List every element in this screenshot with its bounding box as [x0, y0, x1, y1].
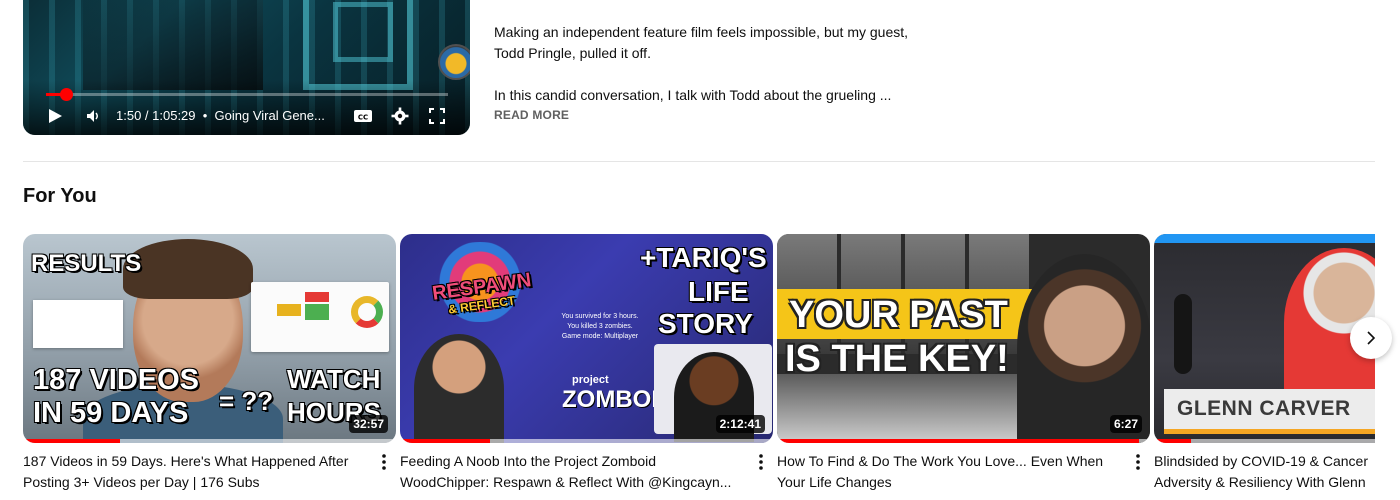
thumbnail-text: 187 VIDEOS: [33, 364, 200, 396]
play-icon: [49, 109, 62, 123]
video-card[interactable]: GLENN CARVER Blindsided by COVID-19 & Ca…: [1154, 234, 1375, 490]
thumbnail-text: project: [572, 374, 609, 386]
watch-progress-fill: [777, 439, 1139, 443]
seek-bar[interactable]: [46, 88, 448, 101]
channel-watermark[interactable]: [438, 44, 470, 80]
description-paragraph-1: Making an independent feature film feels…: [494, 24, 909, 61]
thumbnail-art: [277, 304, 301, 316]
fullscreen-button[interactable]: [429, 104, 445, 128]
video-title-line: Blindsided by COVID-19 & Cancer: [1154, 453, 1368, 469]
description-paragraph-2: In this candid conversation, I talk with…: [494, 87, 892, 103]
duration-badge: 2:12:41: [715, 415, 765, 433]
duration-badge: 32:57: [349, 415, 388, 433]
video-title[interactable]: 187 Videos in 59 Days. Here's What Happe…: [23, 451, 368, 493]
thumbnail-text: STORY: [658, 308, 753, 339]
thumbnail-text: WATCH: [287, 364, 381, 394]
thumbnail-text: RESULTS: [31, 250, 142, 277]
section-divider: [23, 161, 1375, 162]
video-title-line: Your Life Changes: [777, 474, 892, 490]
time-display: 1:50 / 1:05:29 • Going Viral Gene...: [116, 108, 325, 123]
player-controls: 1:50 / 1:05:29 • Going Viral Gene... CC: [23, 104, 470, 128]
settings-button[interactable]: [391, 104, 409, 128]
video-title-line: Posting 3+ Videos per Day | 176 Subs: [23, 474, 260, 490]
video-title-line: Feeding A Noob Into the Project Zomboid: [400, 453, 657, 469]
thumbnail-art: [777, 374, 1027, 443]
thumbnail-text: Game mode: Multiplayer: [561, 333, 639, 340]
video-thumbnail[interactable]: YOUR PAST IS THE KEY! 6:27: [777, 234, 1150, 443]
more-actions-button[interactable]: [1128, 450, 1148, 474]
thumbnail-text: LIFE: [688, 276, 749, 307]
thumbnail-art: [1164, 429, 1375, 434]
video-title[interactable]: Feeding A Noob Into the Project Zomboid …: [400, 451, 745, 493]
cc-icon: CC: [354, 110, 372, 122]
thumbnail-art: [351, 296, 383, 328]
thumbnail-art: [305, 292, 329, 302]
thumbnail-text: IN 59 DAYS: [33, 397, 189, 429]
player-frame-square-inner: [333, 2, 393, 62]
gear-icon: [391, 107, 409, 125]
duration-badge: 6:27: [1109, 415, 1142, 433]
kebab-menu-icon: [1136, 454, 1140, 470]
watch-progress-bar: [400, 439, 773, 443]
play-button[interactable]: [47, 104, 63, 128]
thumbnail-chart-panel: [251, 282, 389, 352]
thumbnail-text: GLENN CARVER: [1177, 397, 1351, 420]
video-title-line: 187 Videos in 59 Days. Here's What Happe…: [23, 453, 349, 469]
video-thumbnail[interactable]: RESULTS 187 VIDEOS IN 59 DAYS = ?? WATCH…: [23, 234, 396, 443]
thumbnail-text: +TARIQ'S: [640, 242, 767, 273]
video-card[interactable]: RESPAWN & REFLECT +TARIQ'S LIFE STORY Yo…: [400, 234, 773, 490]
more-actions-button[interactable]: [751, 450, 771, 474]
time-current-total: 1:50 / 1:05:29: [116, 108, 196, 123]
video-title-line: Adversity & Resiliency With Glenn: [1154, 474, 1366, 490]
thumbnail-text: You survived for 3 hours.: [561, 313, 639, 320]
video-thumbnail[interactable]: RESPAWN & REFLECT +TARIQ'S LIFE STORY Yo…: [400, 234, 773, 443]
video-card[interactable]: YOUR PAST IS THE KEY! 6:27 How To Find &…: [777, 234, 1150, 490]
video-thumbnail[interactable]: GLENN CARVER: [1154, 234, 1375, 443]
watch-progress-fill: [23, 439, 120, 443]
video-title[interactable]: Blindsided by COVID-19 & Cancer Adversit…: [1154, 451, 1375, 493]
volume-button[interactable]: [85, 104, 101, 128]
fullscreen-icon: [429, 108, 445, 124]
thumbnail-text: IS THE KEY!: [785, 338, 1009, 380]
video-title[interactable]: How To Find & Do The Work You Love... Ev…: [777, 451, 1122, 493]
video-card[interactable]: RESULTS 187 VIDEOS IN 59 DAYS = ?? WATCH…: [23, 234, 396, 490]
watch-progress-bar: [777, 439, 1150, 443]
captions-button[interactable]: CC: [353, 104, 373, 128]
player-frame-shadow: [83, 0, 263, 90]
video-title-line: WoodChipper: Respawn & Reflect With @Kin…: [400, 474, 732, 490]
kebab-menu-icon: [759, 454, 763, 470]
thumbnail-art: [33, 300, 123, 348]
seek-bar-scrubber[interactable]: [60, 88, 74, 101]
thumbnail-text: = ??: [219, 386, 274, 416]
thumbnail-art: [1174, 294, 1192, 374]
video-shelf: RESULTS 187 VIDEOS IN 59 DAYS = ?? WATCH…: [23, 234, 1375, 500]
section-title: For You: [23, 185, 97, 207]
video-title-line: How To Find & Do The Work You Love... Ev…: [777, 453, 1104, 469]
watch-progress-bar: [1154, 439, 1375, 443]
chevron-right-icon: [1367, 331, 1376, 345]
read-more-link[interactable]: READ MORE: [494, 108, 569, 122]
thumbnail-text: You killed 3 zombies.: [567, 323, 633, 330]
thumbnail-art: [123, 239, 253, 299]
watch-progress-bar: [23, 439, 396, 443]
thumbnail-art: [305, 304, 329, 320]
volume-icon: [87, 110, 98, 122]
svg-text:CC: CC: [358, 114, 368, 122]
video-player[interactable]: 1:50 / 1:05:29 • Going Viral Gene... CC: [23, 0, 470, 135]
watch-progress-fill: [1154, 439, 1192, 443]
thumbnail-art: [414, 334, 504, 443]
thumbnail-art: [1154, 234, 1375, 243]
more-actions-button[interactable]: [374, 450, 394, 474]
watch-progress-fill: [400, 439, 490, 443]
kebab-menu-icon: [382, 454, 386, 470]
thumbnail-text: YOUR PAST: [789, 294, 1008, 336]
thumbnail-game-message: You survived for 3 hours. You killed 3 z…: [540, 312, 660, 352]
chapter-title[interactable]: Going Viral Gene...: [215, 108, 325, 123]
shelf-next-button[interactable]: [1350, 317, 1392, 359]
